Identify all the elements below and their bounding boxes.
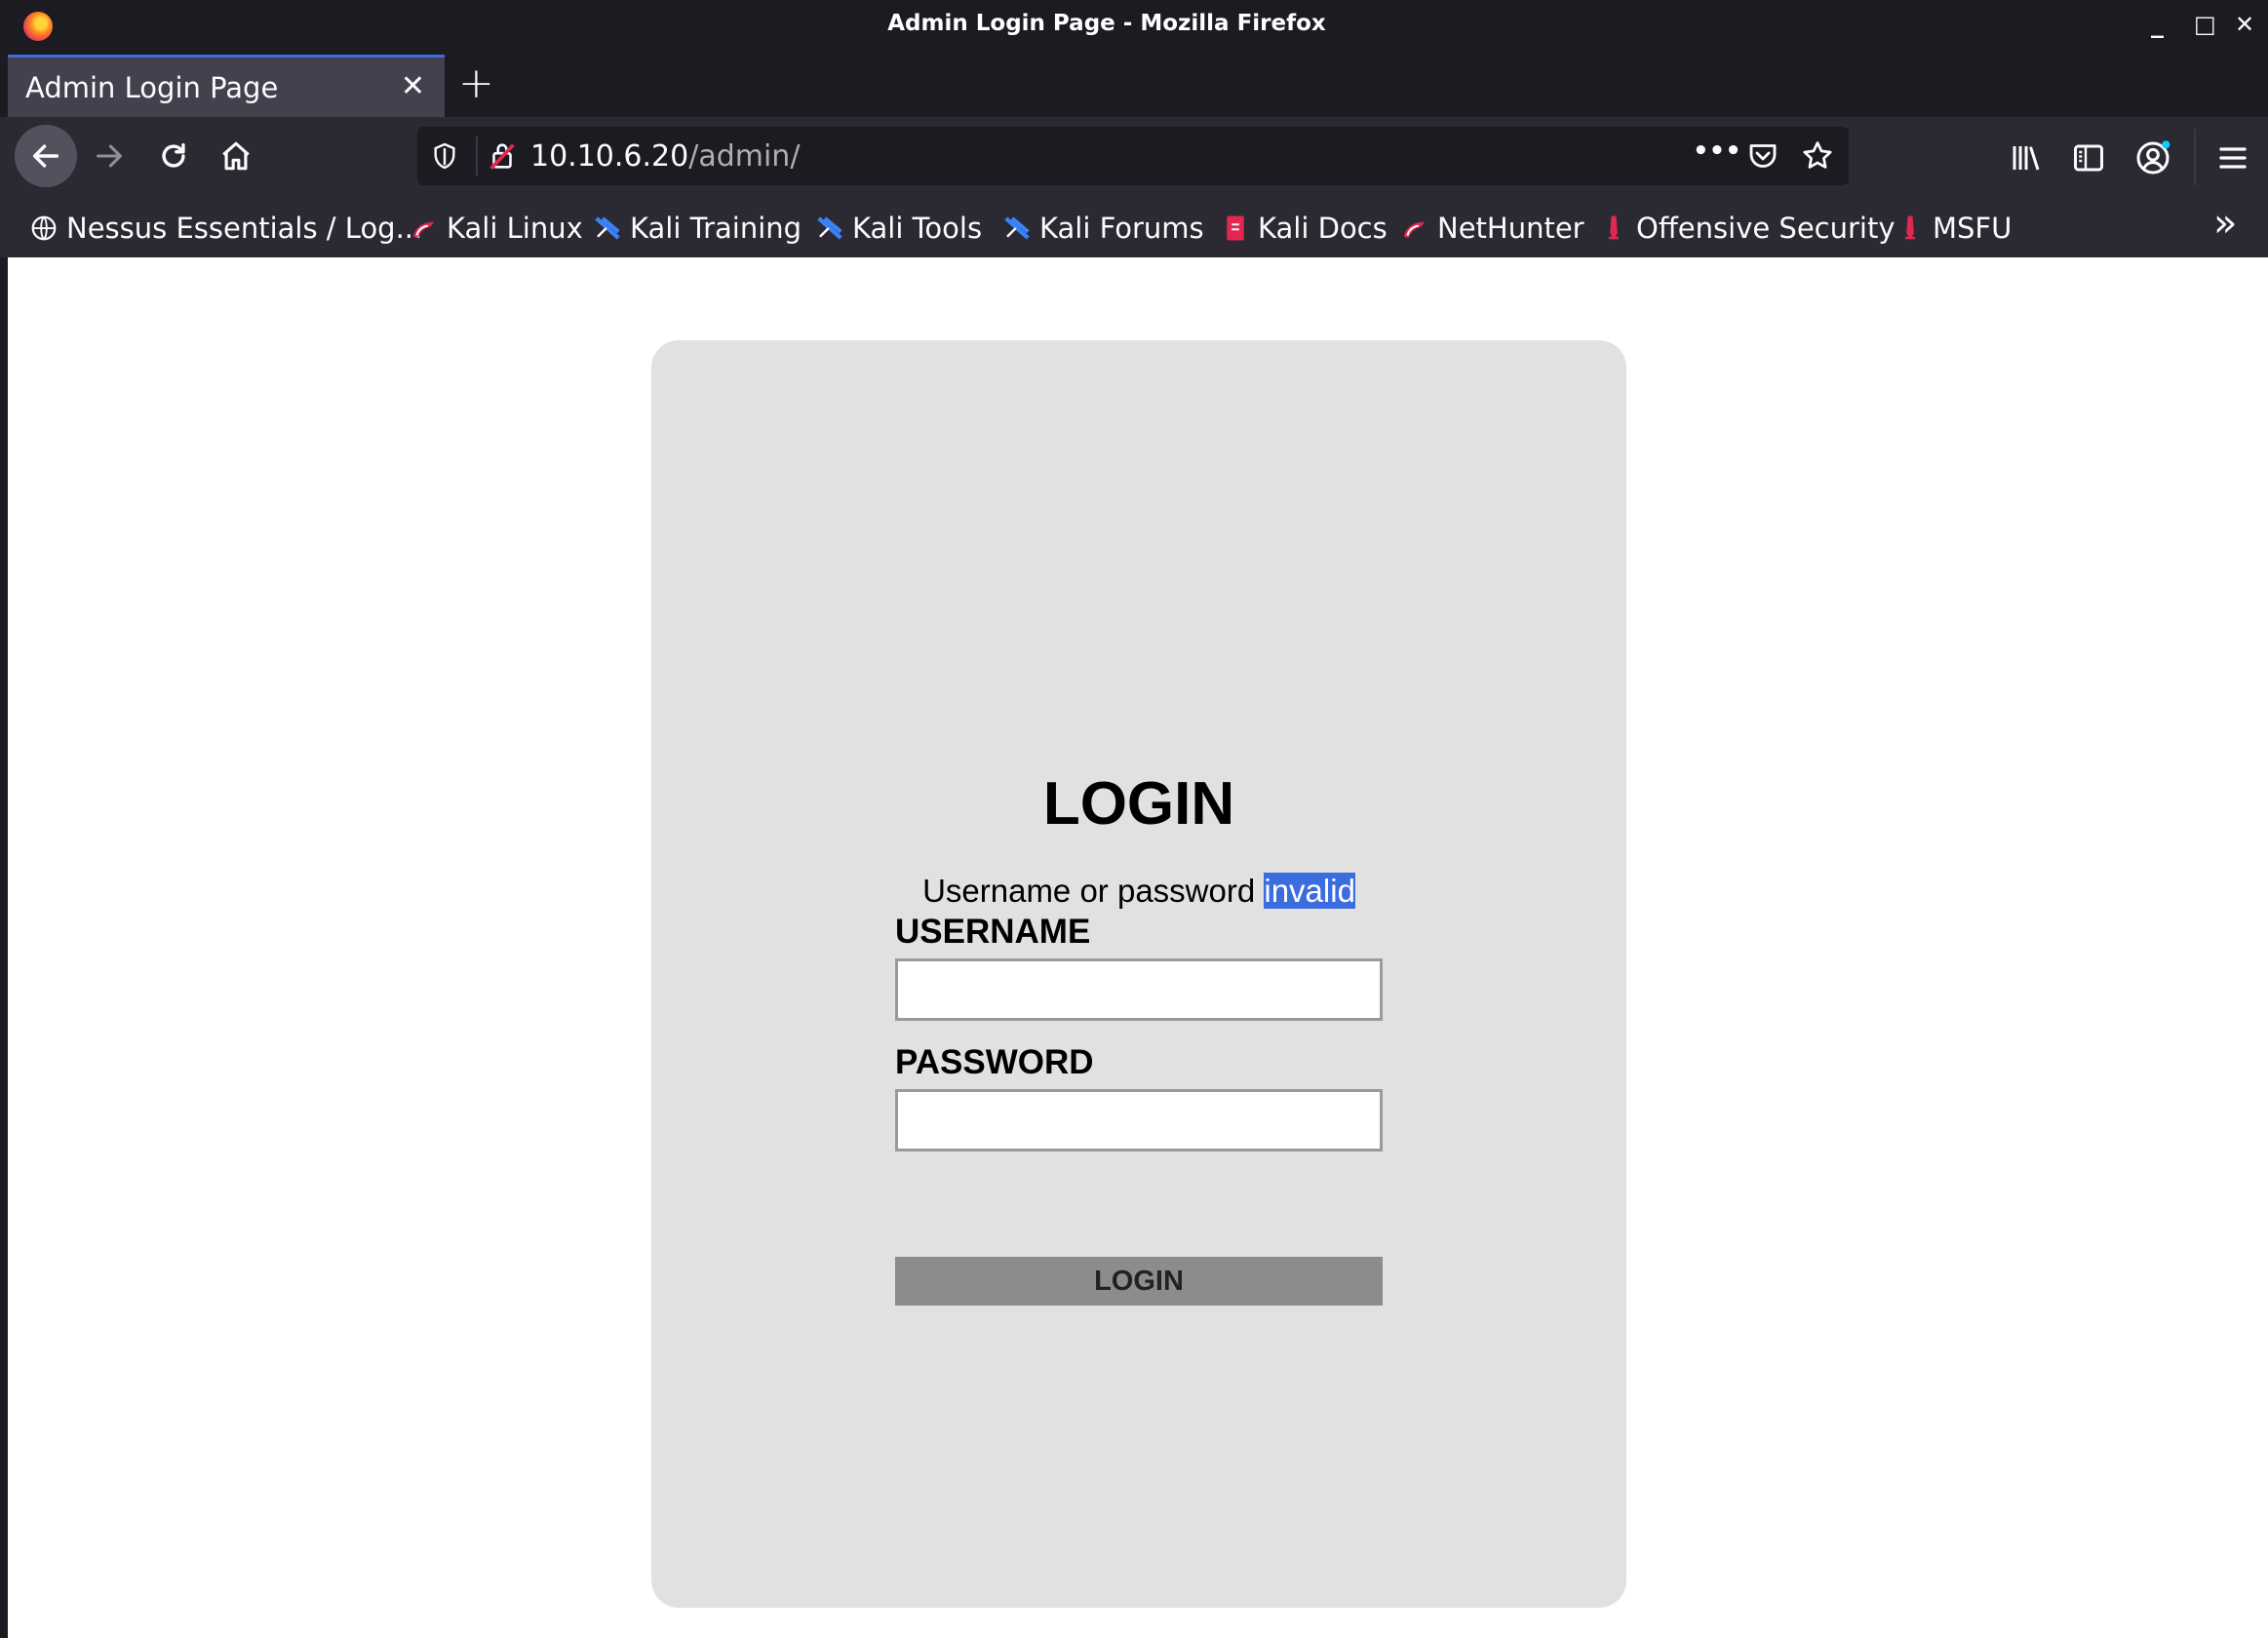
- page-viewport: LOGIN Username or password invalid USERN…: [8, 257, 2268, 1638]
- nethunter-icon: [1403, 221, 1425, 238]
- hamburger-menu-icon[interactable]: [2215, 140, 2250, 176]
- offsec-icon: [1609, 215, 1619, 241]
- tab-title: Admin Login Page: [25, 71, 279, 104]
- bookmark-offensive-security[interactable]: Offensive Security: [1599, 209, 1896, 248]
- bookmark-nessus[interactable]: Nessus Essentials / Log...: [29, 209, 422, 248]
- kali-dragon-icon: [412, 221, 434, 238]
- forward-button[interactable]: [78, 125, 140, 187]
- close-window-button[interactable]: ✕: [2235, 8, 2254, 41]
- bookmark-label: Kali Tools: [852, 212, 983, 245]
- sidebar-icon[interactable]: [2071, 140, 2106, 176]
- account-icon[interactable]: [2133, 138, 2172, 177]
- bookmark-kali-tools[interactable]: Kali Tools: [815, 209, 982, 248]
- url-path: /admin/: [688, 139, 801, 174]
- home-button[interactable]: [205, 125, 267, 187]
- bookmark-nethunter[interactable]: NetHunter: [1400, 209, 1584, 248]
- page-actions-more-button[interactable]: •••: [1693, 136, 1741, 166]
- bookmark-label: Kali Docs: [1258, 212, 1388, 245]
- toolbar-separator: [2194, 129, 2196, 185]
- login-heading: LOGIN: [1042, 770, 1235, 838]
- kali-tools-icon: [817, 216, 842, 240]
- home-icon: [222, 141, 250, 171]
- back-button[interactable]: [15, 125, 77, 187]
- url-separator: [476, 136, 478, 176]
- tracking-shield-icon[interactable]: [429, 140, 460, 172]
- tab-strip: Admin Login Page ✕ +: [0, 51, 2268, 117]
- new-tab-button[interactable]: +: [458, 57, 494, 111]
- kali-training-icon: [595, 216, 620, 240]
- insecure-lock-icon[interactable]: [486, 139, 519, 173]
- bookmark-msfu[interactable]: MSFU: [1896, 209, 2012, 248]
- window-title: Admin Login Page - Mozilla Firefox: [887, 11, 1326, 36]
- bookmark-label: Offensive Security: [1636, 212, 1896, 245]
- bookmark-label: Nessus Essentials / Log...: [66, 212, 423, 245]
- browser-window: Admin Login Page - Mozilla Firefox _ □ ✕…: [0, 0, 2268, 1638]
- maximize-button[interactable]: □: [2194, 8, 2216, 41]
- login-button[interactable]: LOGIN: [895, 1257, 1383, 1306]
- error-text: Username or password: [922, 873, 1265, 909]
- bookmark-kali-linux[interactable]: Kali Linux: [410, 209, 583, 248]
- username-label: USERNAME: [895, 913, 1091, 951]
- bookmark-label: Kali Training: [630, 212, 802, 245]
- library-icon[interactable]: [2009, 140, 2044, 176]
- bookmark-label: NetHunter: [1437, 212, 1584, 245]
- arrow-right-icon: [97, 144, 122, 168]
- tab-admin-login[interactable]: Admin Login Page ✕: [8, 55, 445, 117]
- url-bar[interactable]: 10.10.6.20/admin/ •••: [417, 127, 1849, 185]
- password-input[interactable]: [895, 1089, 1383, 1151]
- bookmarks-toolbar: Nessus Essentials / Log... Kali Linux Ka…: [0, 197, 2268, 257]
- error-message: Username or password invalid: [651, 873, 1626, 910]
- bookmark-label: MSFU: [1933, 212, 2013, 245]
- bookmark-label: Kali Forums: [1039, 212, 1204, 245]
- minimize-button[interactable]: _: [2151, 8, 2164, 41]
- bookmarks-overflow-icon[interactable]: »: [2213, 201, 2237, 246]
- bookmark-kali-training[interactable]: Kali Training: [593, 209, 802, 248]
- title-bar: Admin Login Page - Mozilla Firefox _ □ ✕: [0, 0, 2268, 51]
- url-host: 10.10.6.20: [530, 139, 689, 174]
- error-text-selected: invalid: [1264, 873, 1355, 909]
- kali-forums-icon: [1004, 216, 1030, 240]
- bookmark-kali-docs[interactable]: Kali Docs: [1221, 209, 1388, 248]
- pocket-icon[interactable]: [1745, 138, 1780, 174]
- kali-docs-icon: [1227, 215, 1244, 241]
- window-border: [0, 257, 8, 1638]
- username-input[interactable]: [895, 958, 1383, 1021]
- globe-icon: [31, 215, 57, 241]
- bookmark-kali-forums[interactable]: Kali Forums: [1002, 209, 1204, 248]
- msfu-icon: [1905, 215, 1915, 241]
- password-label: PASSWORD: [895, 1043, 1094, 1081]
- bookmark-star-icon[interactable]: [1800, 138, 1835, 174]
- navigation-bar: 10.10.6.20/admin/ •••: [0, 117, 2268, 197]
- bookmark-label: Kali Linux: [447, 212, 583, 245]
- reload-icon: [162, 142, 185, 168]
- url-text[interactable]: 10.10.6.20/admin/: [530, 139, 800, 174]
- close-tab-icon[interactable]: ✕: [401, 69, 425, 103]
- reload-button[interactable]: [142, 125, 205, 187]
- arrow-left-icon: [32, 144, 59, 168]
- login-card: LOGIN Username or password invalid USERN…: [651, 340, 1626, 1608]
